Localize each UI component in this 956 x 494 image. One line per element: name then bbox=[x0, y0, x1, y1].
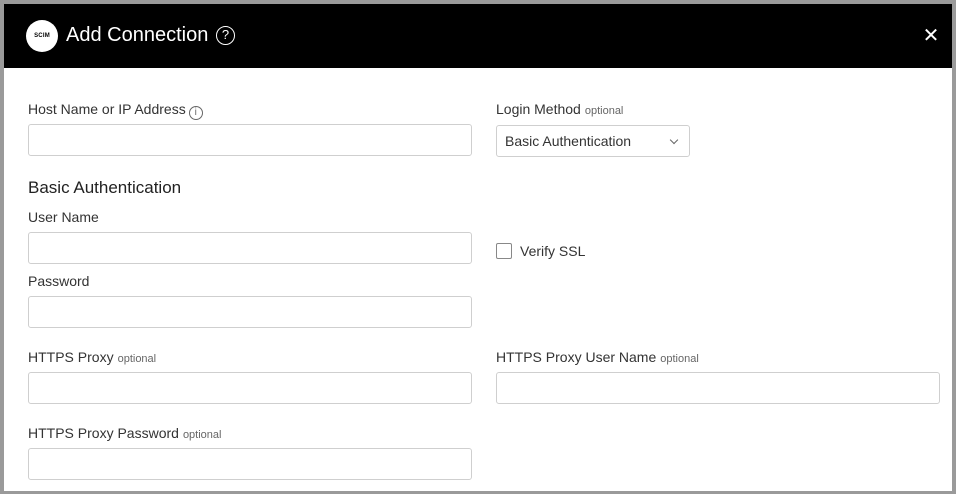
optional-tag: optional bbox=[584, 105, 624, 117]
https-proxy-user-label: HTTPS Proxy User Name optional bbox=[496, 349, 699, 365]
optional-tag: optional bbox=[117, 353, 157, 365]
login-method-label: Login Method optional bbox=[496, 101, 623, 117]
login-method-select[interactable]: Basic Authentication bbox=[496, 125, 690, 157]
dialog-header: SCIM Add Connection ? ✕ bbox=[4, 4, 952, 68]
close-icon[interactable]: ✕ bbox=[921, 26, 941, 46]
password-label: Password bbox=[28, 273, 90, 289]
host-label-text: Host Name or IP Address bbox=[28, 101, 186, 117]
https-proxy-user-label-text: HTTPS Proxy User Name bbox=[496, 349, 657, 365]
https-proxy-input[interactable] bbox=[28, 372, 472, 404]
add-connection-dialog: SCIM Add Connection ? ✕ Host Name or IP … bbox=[0, 0, 956, 494]
dialog-title: Add Connection bbox=[66, 24, 209, 46]
user-name-input[interactable] bbox=[28, 232, 472, 264]
info-icon[interactable]: i bbox=[188, 106, 203, 120]
optional-tag: optional bbox=[182, 429, 222, 441]
https-proxy-label: HTTPS Proxy optional bbox=[28, 349, 156, 365]
help-icon[interactable]: ? bbox=[216, 26, 235, 45]
https-proxy-password-label-text: HTTPS Proxy Password bbox=[28, 425, 179, 441]
user-name-label: User Name bbox=[28, 209, 99, 225]
login-method-value: Basic Authentication bbox=[505, 133, 632, 149]
host-input[interactable] bbox=[28, 124, 472, 156]
host-label: Host Name or IP Address i bbox=[28, 101, 203, 120]
https-proxy-label-text: HTTPS Proxy bbox=[28, 349, 114, 365]
verify-ssl-checkbox[interactable] bbox=[496, 243, 512, 259]
optional-tag: optional bbox=[660, 353, 699, 365]
section-title: Basic Authentication bbox=[28, 178, 182, 197]
https-proxy-password-label: HTTPS Proxy Password optional bbox=[28, 425, 221, 441]
password-input[interactable] bbox=[28, 296, 472, 328]
chevron-down-icon bbox=[669, 135, 679, 145]
verify-ssl-label[interactable]: Verify SSL bbox=[520, 243, 585, 259]
login-method-label-text: Login Method bbox=[496, 101, 581, 117]
https-proxy-password-input[interactable] bbox=[28, 448, 472, 480]
https-proxy-user-input[interactable] bbox=[496, 372, 940, 404]
scim-logo: SCIM bbox=[26, 20, 58, 52]
